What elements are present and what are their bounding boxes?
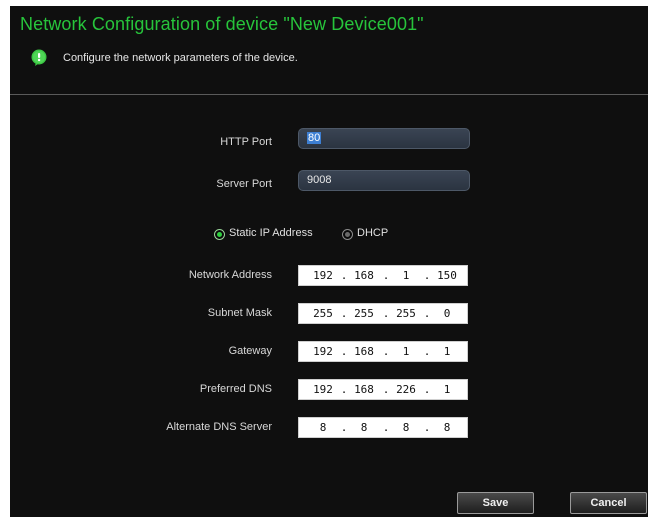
ip-octet: 8 (402, 421, 410, 434)
save-button[interactable]: Save (457, 492, 534, 514)
preferred-dns-label: Preferred DNS (199, 383, 272, 395)
dialog-subtitle: Configure the network parameters of the … (63, 52, 298, 64)
ip-dot: . (423, 307, 431, 320)
ip-octet: 168 (354, 269, 374, 282)
ip-octet: 192 (313, 269, 333, 282)
header-divider (10, 94, 648, 95)
ip-dot: . (382, 383, 390, 396)
ip-octet: 0 (443, 307, 451, 320)
server-port-input[interactable]: 9008 (298, 170, 470, 191)
dhcp-radio[interactable] (342, 229, 353, 240)
subnet-mask-label: Subnet Mask (207, 307, 272, 319)
server-port-label: Server Port (216, 178, 272, 190)
ip-dot: . (382, 421, 390, 434)
gateway-field[interactable]: 192 . 168 . 1 . 1 (298, 341, 468, 362)
http-port-input[interactable]: 80 (298, 128, 470, 149)
ip-octet: 8 (443, 421, 451, 434)
dhcp-label[interactable]: DHCP (357, 227, 388, 239)
info-bubble-icon (31, 49, 47, 66)
ip-octet: 1 (443, 383, 451, 396)
static-ip-radio[interactable] (214, 229, 225, 240)
static-ip-label[interactable]: Static IP Address (229, 227, 313, 239)
alternate-dns-field[interactable]: 8 . 8 . 8 . 8 (298, 417, 468, 438)
network-address-field[interactable]: 192 . 168 . 1 . 150 (298, 265, 468, 286)
ip-dot: . (340, 269, 348, 282)
cancel-button[interactable]: Cancel (570, 492, 647, 514)
http-port-value: 80 (307, 132, 322, 144)
ip-octet: 255 (354, 307, 374, 320)
ip-dot: . (423, 383, 431, 396)
ip-dot: . (382, 307, 390, 320)
ip-dot: . (423, 345, 431, 358)
ip-octet: 192 (313, 383, 333, 396)
server-port-value: 9008 (307, 174, 332, 186)
ip-octet: 150 (437, 269, 457, 282)
ip-dot: . (340, 421, 348, 434)
ip-octet: 8 (360, 421, 368, 434)
subnet-mask-field[interactable]: 255 . 255 . 255 . 0 (298, 303, 468, 324)
dialog-title: Network Configuration of device "New Dev… (20, 14, 424, 34)
network-config-dialog: Network Configuration of device "New Dev… (10, 6, 648, 517)
preferred-dns-field[interactable]: 192 . 168 . 226 . 1 (298, 379, 468, 400)
ip-dot: . (423, 269, 431, 282)
ip-dot: . (382, 345, 390, 358)
ip-octet: 255 (313, 307, 333, 320)
gateway-label: Gateway (228, 345, 272, 357)
ip-octet: 8 (319, 421, 327, 434)
alternate-dns-label: Alternate DNS Server (166, 421, 272, 433)
ip-dot: . (423, 421, 431, 434)
ip-octet: 1 (443, 345, 451, 358)
ip-octet: 226 (396, 383, 416, 396)
ip-dot: . (340, 383, 348, 396)
ip-octet: 168 (354, 345, 374, 358)
ip-octet: 1 (402, 345, 410, 358)
ip-octet: 255 (396, 307, 416, 320)
network-address-label: Network Address (188, 269, 272, 281)
ip-dot: . (340, 307, 348, 320)
ip-dot: . (382, 269, 390, 282)
ip-octet: 192 (313, 345, 333, 358)
ip-octet: 1 (402, 269, 410, 282)
ip-dot: . (340, 345, 348, 358)
http-port-label: HTTP Port (220, 136, 272, 148)
ip-octet: 168 (354, 383, 374, 396)
